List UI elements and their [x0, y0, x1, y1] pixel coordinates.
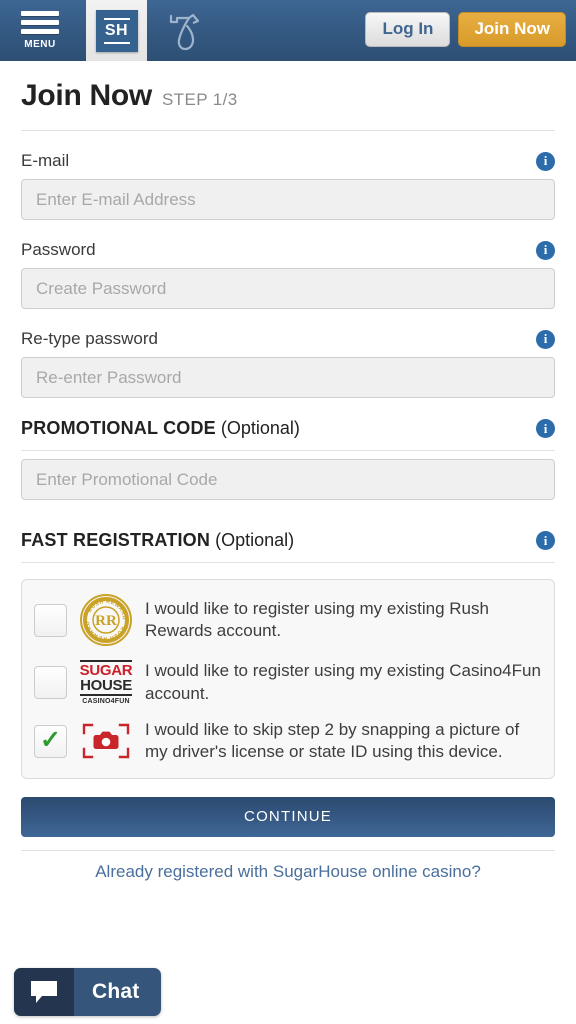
page-title: Join Now: [21, 79, 152, 112]
join-now-button[interactable]: Join Now: [458, 12, 566, 47]
site-header: MENU SH Log In Join Now: [0, 0, 576, 61]
sugar-logo-line1: SUGAR: [79, 660, 133, 679]
fast-registration-label: FAST REGISTRATION (Optional): [21, 530, 295, 550]
email-label: E-mail: [21, 151, 70, 170]
chat-label: Chat: [92, 980, 140, 1003]
continue-button[interactable]: CONTINUE: [21, 796, 555, 837]
rush-rewards-seal-icon: RUSH REWARDS RUSH REWARDS RR: [78, 594, 134, 646]
rush-rewards-checkbox[interactable]: [34, 603, 67, 637]
retype-password-label: Re-type password: [21, 329, 159, 348]
info-icon[interactable]: i: [536, 151, 555, 171]
menu-button[interactable]: MENU: [12, 11, 68, 50]
list-item-label: I would like to skip step 2 by snapping …: [145, 720, 520, 762]
lucky-seven-icon[interactable]: [163, 10, 207, 52]
header-actions: Log In Join Now: [365, 12, 566, 47]
promo-code-label: PROMOTIONAL CODE (Optional): [21, 418, 300, 438]
fast-registration-options: RUSH REWARDS RUSH REWARDS RR I would lik…: [21, 579, 555, 779]
password-field-group: Password i: [21, 240, 555, 309]
checkmark-icon: ✓: [40, 725, 61, 754]
already-registered-note[interactable]: Already registered with SugarHouse onlin…: [21, 862, 555, 882]
list-item[interactable]: SUGAR HOUSE CASINO4FUN I would like to r…: [34, 660, 542, 705]
promo-divider: [21, 450, 555, 451]
list-item[interactable]: RUSH REWARDS RUSH REWARDS RR I would lik…: [34, 594, 542, 646]
list-item-label: I would like to register using my existi…: [145, 661, 541, 703]
sugarhouse-casino4fun-logo-icon: SUGAR HOUSE CASINO4FUN: [78, 660, 134, 705]
chat-widget[interactable]: Chat: [14, 968, 162, 1016]
svg-text:RR: RR: [95, 613, 117, 629]
id-scan-checkbox[interactable]: ✓: [34, 724, 67, 758]
password-label: Password: [21, 240, 96, 259]
info-icon[interactable]: i: [536, 329, 555, 349]
info-icon[interactable]: i: [536, 419, 555, 438]
email-field-group: E-mail i: [21, 151, 555, 220]
sugar-logo-line3: CASINO4FUN: [82, 698, 130, 705]
retype-password-input[interactable]: [21, 357, 555, 398]
brand-logo-tab[interactable]: SH: [86, 0, 147, 61]
hamburger-icon: [21, 11, 59, 38]
promo-code-input[interactable]: [21, 459, 555, 500]
info-icon[interactable]: i: [536, 240, 555, 260]
page-header: Join Now STEP 1/3: [21, 61, 555, 113]
title-divider: [21, 130, 555, 131]
camera-scan-icon: [78, 721, 134, 761]
footer-divider: [21, 849, 555, 851]
log-in-button[interactable]: Log In: [365, 12, 451, 47]
speech-bubble-icon: [14, 968, 74, 1016]
retype-password-field-group: Re-type password i: [21, 329, 555, 398]
list-item-label: I would like to register using my existi…: [145, 598, 489, 640]
sugarhouse-sh-logo: SH: [95, 10, 138, 52]
sugar-logo-line2: HOUSE: [79, 677, 133, 696]
sh-logo-text: SH: [104, 22, 129, 39]
menu-button-label: MENU: [24, 39, 56, 50]
casino4fun-checkbox[interactable]: [34, 666, 67, 699]
info-icon[interactable]: i: [536, 531, 555, 550]
fast-registration-group: FAST REGISTRATION (Optional) i RUSH REWA…: [21, 530, 555, 779]
email-input[interactable]: [21, 179, 555, 220]
fast-registration-divider: [21, 562, 555, 563]
promo-code-field-group: PROMOTIONAL CODE (Optional) i: [21, 418, 555, 500]
password-input[interactable]: [21, 268, 555, 309]
join-now-page: Join Now STEP 1/3 E-mail i Password i Re…: [0, 61, 576, 882]
step-indicator: STEP 1/3: [161, 90, 238, 109]
list-item[interactable]: ✓ I would like to skip step 2 by snappin…: [34, 719, 542, 764]
